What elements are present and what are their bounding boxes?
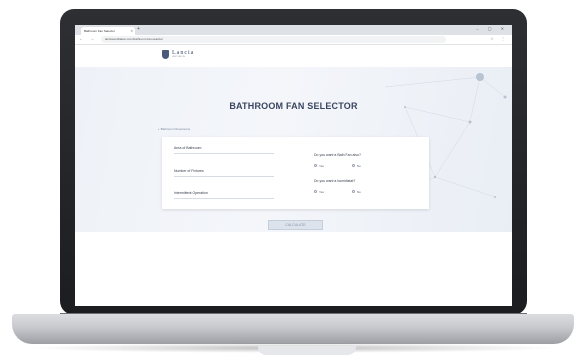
laptop-screen: Bathroom Fan Selector ✕ + – ▢ ✕ ← → ⟳ la… (75, 25, 512, 306)
address-url: lanciaventilation.com/bathroom-fan-selec… (105, 37, 164, 41)
laptop-notch (258, 346, 356, 355)
section-label[interactable]: + Bathroom Dimensions (158, 127, 190, 131)
new-tab-button[interactable]: + (137, 26, 140, 32)
radio-bath-fan-no[interactable] (352, 164, 355, 167)
laptop-base (12, 314, 574, 344)
tab-title: Bathroom Fan Selector (84, 29, 115, 33)
radio-humidistat-yes[interactable] (314, 190, 317, 193)
operation-label: Intermittent Operation (174, 191, 208, 195)
site-header: Lancia VENTILATION (75, 45, 512, 67)
logo-icon[interactable] (162, 50, 169, 59)
option-bath-fan-no: No (357, 164, 361, 168)
tab-close-icon[interactable]: ✕ (130, 27, 133, 35)
browser-tabbar: Bathroom Fan Selector ✕ + – ▢ ✕ (75, 25, 512, 35)
operation-input[interactable] (174, 198, 274, 199)
window-controls[interactable]: – ▢ ✕ (476, 26, 508, 31)
calculate-button[interactable]: CALCULATE (268, 220, 323, 230)
option-humidistat-yes: Yes (319, 190, 324, 194)
browser-toolbar: ← → ⟳ lanciaventilation.com/bathroom-fan… (75, 35, 512, 45)
browser-tab[interactable]: Bathroom Fan Selector ✕ (81, 27, 135, 35)
logo-subtext: VENTILATION (172, 56, 185, 58)
fixtures-input[interactable] (174, 176, 274, 177)
hero-section: BATHROOM FAN SELECTOR + Bathroom Dimensi… (75, 67, 512, 232)
radio-humidistat-no[interactable] (352, 190, 355, 193)
question-humidistat: Do you want a humidistat? (314, 179, 356, 183)
question-bath-fan: Do you want a Bath Fan also? (314, 153, 361, 157)
area-label: Area of Bathroom (174, 146, 202, 150)
radio-bath-fan-yes[interactable] (314, 164, 317, 167)
fixtures-label: Number of Fixtures (174, 169, 204, 173)
option-bath-fan-yes: Yes (319, 164, 324, 168)
selector-form-card: Area of Bathroom Number of Fixtures Inte… (162, 137, 429, 209)
address-bar[interactable]: lanciaventilation.com/bathroom-fan-selec… (101, 36, 446, 43)
area-input[interactable] (174, 153, 274, 154)
page-title: BATHROOM FAN SELECTOR (229, 101, 358, 111)
option-humidistat-no: No (357, 190, 361, 194)
toolbar-icons[interactable]: ☆ ⋮ (490, 36, 508, 41)
page-footer (75, 232, 512, 306)
